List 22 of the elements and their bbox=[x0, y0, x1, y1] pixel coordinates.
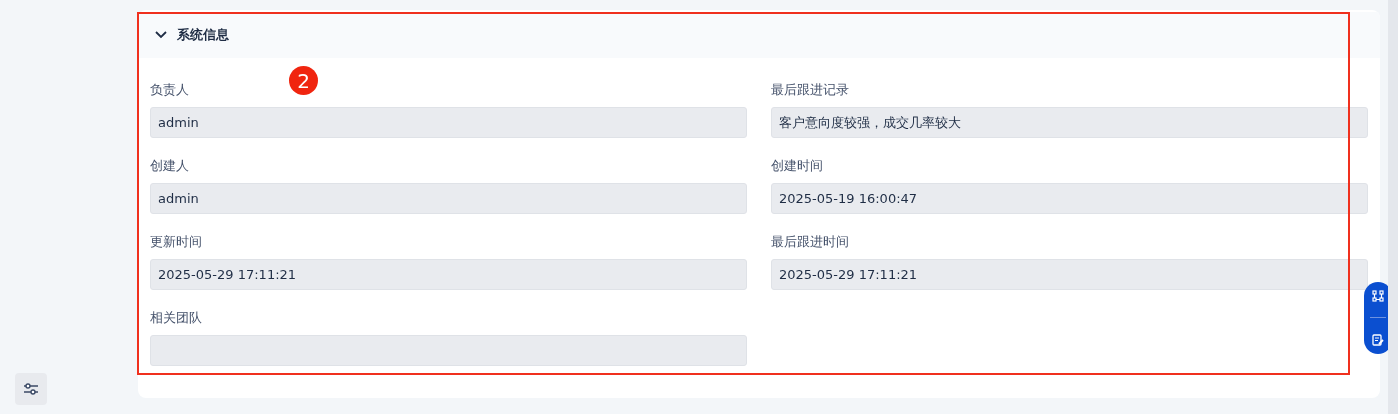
field-label: 更新时间 bbox=[150, 234, 203, 250]
input-field[interactable]: 2025-05-29 17:11:21 bbox=[771, 259, 1368, 290]
field-label: 相关团队 bbox=[150, 310, 203, 326]
input-field[interactable]: admin bbox=[150, 183, 747, 214]
section-title: 系统信息 bbox=[177, 26, 229, 44]
section-header[interactable]: 系统信息 bbox=[138, 12, 1380, 58]
input-field[interactable]: 2025-05-19 16:00:47 bbox=[771, 183, 1368, 214]
scrollbar[interactable] bbox=[1388, 0, 1398, 414]
edit-note-icon[interactable] bbox=[1372, 334, 1384, 347]
settings-button[interactable] bbox=[15, 373, 47, 405]
sliders-icon bbox=[23, 382, 39, 396]
input-field[interactable]: admin bbox=[150, 107, 747, 138]
input-field[interactable]: 2025-05-29 17:11:21 bbox=[150, 259, 747, 290]
input-field[interactable] bbox=[150, 335, 747, 366]
input-field[interactable]: 客户意向度较强，成交几率较大 bbox=[771, 107, 1368, 138]
field-label: 创建人 bbox=[150, 158, 190, 174]
field-label: 创建时间 bbox=[771, 158, 824, 174]
chevron-icon bbox=[155, 31, 167, 39]
field-label: 最后跟进记录 bbox=[771, 82, 850, 98]
network-icon[interactable] bbox=[1372, 289, 1384, 302]
field-label: 最后跟进时间 bbox=[771, 234, 850, 250]
field-label: 负责人 bbox=[150, 82, 190, 98]
